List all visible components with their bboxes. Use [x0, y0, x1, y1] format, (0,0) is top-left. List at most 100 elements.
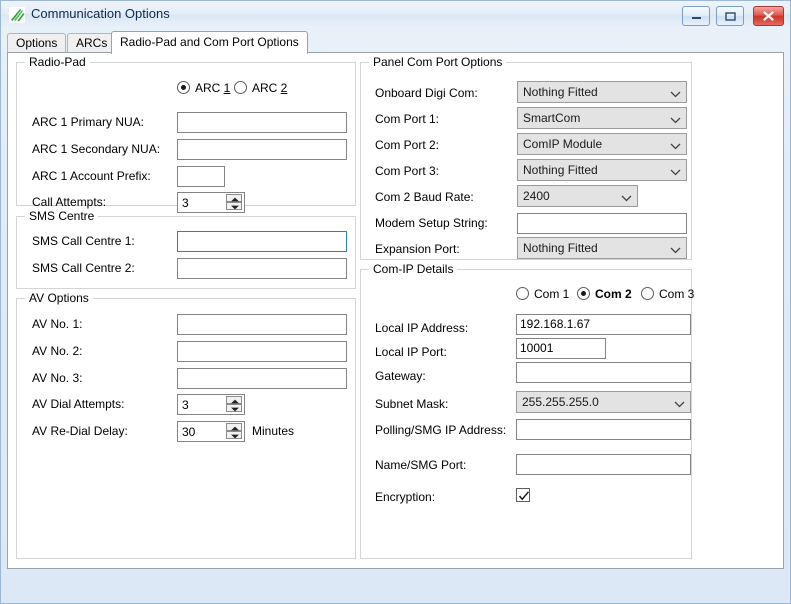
label-arc1-primary-nua: ARC 1 Primary NUA: — [32, 115, 145, 129]
close-button[interactable] — [753, 6, 784, 26]
group-sms-centre-label: SMS Centre — [25, 209, 99, 223]
spinner-down-icon[interactable] — [226, 431, 242, 439]
chevron-down-icon — [670, 166, 681, 176]
input-arc1-primary-nua[interactable] — [177, 112, 347, 133]
arc-radio-group: ARC 1 ARC 2 — [177, 80, 347, 98]
select-subnet-mask-value: 255.255.255.0 — [522, 395, 599, 409]
label-local-ip-address: Local IP Address: — [375, 321, 469, 335]
input-name-smg-port[interactable] — [516, 454, 691, 475]
group-radio-pad-label: Radio-Pad — [25, 55, 90, 69]
minimize-button[interactable] — [682, 6, 710, 26]
select-com-port-3-value: Nothing Fitted — [523, 163, 598, 177]
radio-com-1-dot — [516, 287, 529, 300]
radio-arc-2-dot — [234, 81, 247, 94]
select-onboard-digi-com-value: Nothing Fitted — [523, 85, 598, 99]
input-av-no-1[interactable] — [177, 314, 347, 335]
input-local-ip-port[interactable]: 10001 — [516, 338, 606, 359]
label-call-attempts: Call Attempts: — [32, 195, 107, 209]
input-sms-call-centre-1[interactable] — [177, 231, 347, 252]
checkmark-icon — [518, 491, 530, 501]
tab-strip: Options ARCs Radio-Pad and Com Port Opti… — [7, 31, 784, 54]
input-gateway[interactable] — [516, 362, 691, 383]
label-sms-call-centre-2: SMS Call Centre 2: — [32, 261, 135, 275]
radio-com-2-dot — [577, 287, 590, 300]
chevron-down-icon — [670, 140, 681, 150]
input-av-no-3[interactable] — [177, 368, 347, 389]
spinner-down-icon[interactable] — [226, 202, 242, 210]
spinner-call-attempts-value: 3 — [182, 196, 189, 210]
spinner-down-icon[interactable] — [226, 404, 242, 412]
label-com-port-3: Com Port 3: — [375, 164, 440, 178]
tab-radio-pad-and-com-port-options[interactable]: Radio-Pad and Com Port Options — [111, 31, 308, 54]
select-com-port-3[interactable]: Nothing Fitted — [517, 159, 687, 181]
input-sms-call-centre-2[interactable] — [177, 258, 347, 279]
radio-arc-1-dot — [177, 81, 190, 94]
input-modem-setup-string[interactable] — [517, 213, 687, 234]
label-av-dial-attempts: AV Dial Attempts: — [32, 397, 125, 411]
radio-arc-1-label: ARC 1 — [195, 81, 231, 95]
radio-com-3-label: Com 3 — [659, 287, 695, 301]
input-polling-smg-ip-address[interactable] — [516, 419, 691, 440]
group-com-ip-details-label: Com-IP Details — [369, 262, 458, 276]
label-encryption: Encryption: — [375, 490, 436, 504]
label-sms-call-centre-1: SMS Call Centre 1: — [32, 234, 135, 248]
select-expansion-port-value: Nothing Fitted — [523, 241, 598, 255]
spinner-av-re-dial-delay-value: 30 — [182, 425, 196, 439]
group-radio-pad: Radio-Pad ARC 1 ARC 2 ARC 1 Primary NUA:… — [16, 55, 356, 213]
label-subnet-mask: Subnet Mask: — [375, 397, 449, 411]
select-com-port-1[interactable]: SmartCom — [517, 107, 687, 129]
group-sms-centre: SMS Centre SMS Call Centre 1: SMS Call C… — [16, 209, 356, 289]
label-av-no-2: AV No. 2: — [32, 344, 83, 358]
group-av-options: AV Options AV No. 1: AV No. 2: AV No. 3:… — [16, 291, 356, 559]
chevron-down-icon — [670, 88, 681, 98]
tab-options[interactable]: Options — [7, 33, 67, 53]
app-leaf-icon — [9, 7, 25, 23]
group-panel-com-port-options: Panel Com Port Options Onboard Digi Com:… — [360, 55, 692, 260]
maximize-button[interactable] — [716, 6, 744, 26]
spinner-up-icon[interactable] — [226, 423, 242, 431]
radio-com-2-label: Com 2 — [595, 287, 632, 301]
label-av-re-dial-delay-unit: Minutes — [252, 424, 295, 438]
select-expansion-port[interactable]: Nothing Fitted — [517, 237, 687, 259]
spinner-av-dial-attempts[interactable]: 3 — [177, 394, 245, 415]
chevron-down-icon — [670, 114, 681, 124]
input-arc1-secondary-nua[interactable] — [177, 139, 347, 160]
tab-page: Radio-Pad ARC 1 ARC 2 ARC 1 Primary NUA:… — [7, 52, 784, 569]
tab-arcs[interactable]: ARCs — [67, 33, 117, 53]
title-bar: Communication Options — [1, 1, 790, 28]
label-polling-smg-ip-address: Polling/SMG IP Address: — [375, 423, 507, 437]
spinner-up-icon[interactable] — [226, 396, 242, 404]
label-arc1-account-prefix: ARC 1 Account Prefix: — [32, 169, 151, 183]
group-panel-com-port-options-label: Panel Com Port Options — [369, 55, 507, 69]
select-com-2-baud-rate-value: 2400 — [523, 189, 550, 203]
radio-com-1-label: Com 1 — [534, 287, 570, 301]
chevron-down-icon — [670, 244, 681, 254]
label-av-no-3: AV No. 3: — [32, 371, 83, 385]
label-com-port-2: Com Port 2: — [375, 138, 440, 152]
select-onboard-digi-com[interactable]: Nothing Fitted — [517, 81, 687, 103]
select-com-port-1-value: SmartCom — [523, 111, 581, 125]
label-expansion-port: Expansion Port: — [375, 242, 460, 256]
select-subnet-mask[interactable]: 255.255.255.0 — [516, 391, 691, 413]
spinner-av-re-dial-delay[interactable]: 30 — [177, 421, 245, 442]
select-com-port-2[interactable]: ComIP Module — [517, 133, 687, 155]
spinner-call-attempts[interactable]: 3 — [177, 192, 245, 213]
spinner-call-attempts-buttons — [226, 194, 242, 211]
chevron-down-icon — [674, 398, 685, 408]
input-av-no-2[interactable] — [177, 341, 347, 362]
label-local-ip-port: Local IP Port: — [375, 345, 447, 359]
spinner-av-re-dial-delay-buttons — [226, 423, 242, 440]
spinner-up-icon[interactable] — [226, 194, 242, 202]
radio-com-3-dot — [641, 287, 654, 300]
label-arc1-secondary-nua: ARC 1 Secondary NUA: — [32, 142, 161, 156]
select-com-2-baud-rate[interactable]: 2400 — [517, 185, 638, 207]
label-com-port-1: Com Port 1: — [375, 112, 440, 126]
spinner-av-dial-attempts-value: 3 — [182, 398, 189, 412]
checkbox-encryption[interactable] — [516, 488, 530, 502]
group-com-ip-details: Com-IP Details Com 1 Com 2 Com 3 Local I… — [360, 262, 695, 559]
input-arc1-account-prefix[interactable] — [177, 166, 225, 187]
input-local-ip-address[interactable]: 192.168.1.67 — [516, 314, 691, 335]
label-av-re-dial-delay: AV Re-Dial Delay: — [32, 424, 128, 438]
label-name-smg-port: Name/SMG Port: — [375, 458, 467, 472]
label-av-no-1: AV No. 1: — [32, 317, 83, 331]
